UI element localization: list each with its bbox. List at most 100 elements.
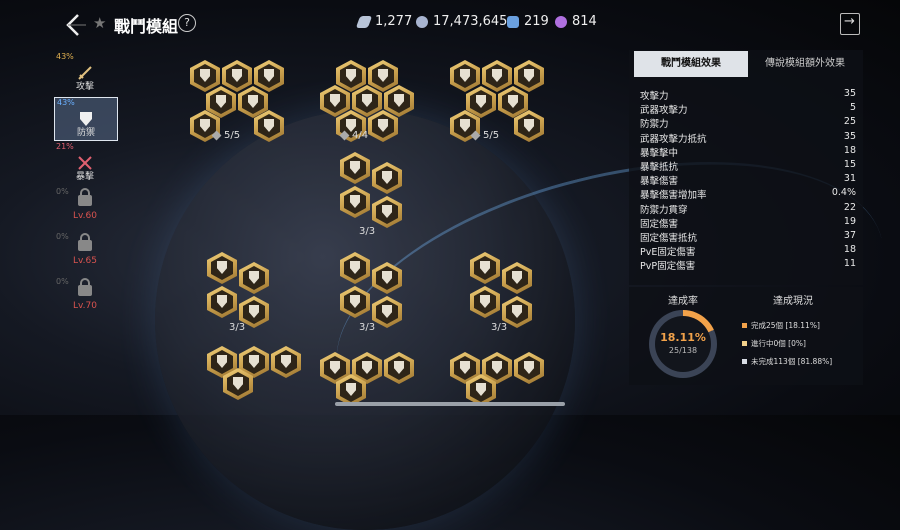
stat-name: 武器攻擊力抵抗 (640, 133, 707, 145)
shield-icon (382, 271, 392, 284)
shield-icon (480, 261, 490, 274)
module-count-text: 4/4 (352, 130, 369, 141)
resource-value: 219 (524, 14, 549, 29)
stat-name: 暴擊傷害增加率 (640, 190, 707, 202)
stat-row: 暴擊傷害 31 (640, 173, 856, 187)
shield-icon (524, 361, 534, 374)
module-count: 3/3 (491, 322, 507, 333)
lock-icon (78, 188, 92, 206)
crystal-icon (355, 15, 373, 28)
stat-row: 防禦力貫穿 22 (640, 202, 856, 216)
module-hex[interactable] (336, 60, 366, 92)
resource-value: 814 (572, 14, 597, 29)
sidebar-item-defense[interactable]: 43% 防禦 (54, 97, 118, 141)
stat-name: 固定傷害 (640, 218, 679, 230)
shield-icon (281, 355, 291, 368)
stat-value: 35 (843, 88, 856, 99)
achievement-fraction: 25/138 (668, 346, 698, 355)
stat-row: 防禦力 25 (640, 116, 856, 130)
stat-value: 0.4% (831, 187, 856, 199)
page-title: 戰鬥模組 (114, 17, 179, 36)
sidebar-item-locked-60[interactable]: 0% Lv.60 (54, 187, 116, 229)
shield-icon (492, 69, 502, 82)
shield-icon (362, 361, 372, 374)
shield-icon (394, 361, 404, 374)
shield-icon (378, 69, 388, 82)
unlock-level: Lv.65 (73, 256, 97, 266)
stat-row: 暴擊擊中 18 (640, 145, 856, 159)
unlock-level: Lv.70 (73, 301, 97, 311)
lock-icon (78, 278, 92, 296)
shield-icon (382, 305, 392, 318)
shield-icon (382, 171, 392, 184)
legend-text: 進行中0個 [0%] (751, 339, 806, 348)
stat-name: 防禦力 (640, 119, 669, 131)
stat-name: 暴擊傷害 (640, 176, 679, 188)
resource-blue-gem: 219 (507, 14, 549, 29)
shield-icon (233, 377, 243, 390)
tab-legendary-effects[interactable]: 傳說模組額外效果 (750, 51, 860, 77)
shield-icon (264, 119, 274, 132)
shield-icon (346, 69, 356, 82)
shield-icon (200, 69, 210, 82)
favorite-star-icon[interactable]: ★ (93, 14, 106, 32)
stat-name: 防禦力貫穿 (640, 204, 688, 216)
module-hex[interactable] (450, 60, 480, 92)
shield-icon (217, 261, 227, 274)
shield-icon (249, 355, 259, 368)
module-hex[interactable] (190, 60, 220, 92)
purple-gem-icon (555, 15, 567, 28)
sidebar-item-percent: 21% (56, 142, 74, 151)
module-count-text: 3/3 (359, 322, 376, 333)
stat-value: 31 (843, 173, 856, 185)
module-count: 5/5 (470, 130, 499, 141)
stat-value: 19 (843, 215, 856, 227)
legend-incomplete: 未完成113個 [81.88%] (742, 356, 832, 367)
shield-icon (476, 95, 486, 108)
resource-value: 1,277 (375, 14, 413, 29)
sidebar-item-label: 防禦 (76, 128, 95, 138)
sidebar-item-critical[interactable]: 21% 暴擊 (54, 142, 116, 184)
module-count-text: 3/3 (491, 322, 508, 333)
stat-name: PvE固定傷害 (640, 247, 696, 259)
stat-value: 37 (843, 230, 856, 241)
stat-row: PvP固定傷害 11 (640, 258, 856, 272)
scrollbar[interactable] (335, 402, 565, 406)
resource-crystal: 1,277 (355, 14, 413, 29)
module-hex[interactable] (254, 60, 284, 92)
shield-icon (512, 305, 522, 318)
sidebar-item-locked-70[interactable]: 0% Lv.70 (54, 277, 116, 319)
shield-icon (362, 94, 372, 107)
stat-value: 15 (843, 159, 856, 170)
module-hex[interactable] (368, 60, 398, 92)
module-hex[interactable] (514, 60, 544, 92)
sidebar-item-locked-65[interactable]: 0% Lv.65 (54, 232, 116, 274)
tab-module-effects[interactable]: 戰鬥模組效果 (634, 51, 748, 77)
stat-value: 5 (849, 102, 856, 114)
stat-row: 固定傷害抵抗 37 (640, 230, 856, 244)
stat-name: 暴擊抵抗 (640, 162, 679, 173)
shield-icon (508, 95, 518, 108)
achievement-percent: 18.11% (660, 331, 706, 344)
shield-icon (524, 69, 534, 82)
shield-icon (350, 195, 360, 208)
shield-icon (460, 119, 470, 132)
shield-icon (378, 119, 388, 132)
shield-icon (330, 94, 340, 107)
shield-icon (524, 119, 534, 132)
stat-row: 暴擊傷害增加率 0.4% (640, 187, 856, 201)
back-arrow-icon[interactable] (62, 12, 88, 38)
module-count-text: 5/5 (224, 130, 241, 141)
stat-row: 暴擊抵抗 15 (640, 159, 856, 173)
module-hex[interactable] (482, 60, 512, 92)
legend-text: 未完成113個 [81.88%] (751, 357, 833, 366)
shield-icon (492, 361, 502, 374)
shield-coin-icon (416, 15, 428, 28)
help-icon[interactable]: ? (178, 14, 196, 32)
stat-value: 18 (843, 144, 856, 156)
exit-icon[interactable] (840, 13, 860, 35)
module-hex[interactable] (222, 60, 252, 92)
shield-icon (330, 361, 340, 374)
stat-name: 暴擊擊中 (640, 147, 679, 159)
sidebar-item-attack[interactable]: 43% 攻擊 (54, 52, 116, 94)
